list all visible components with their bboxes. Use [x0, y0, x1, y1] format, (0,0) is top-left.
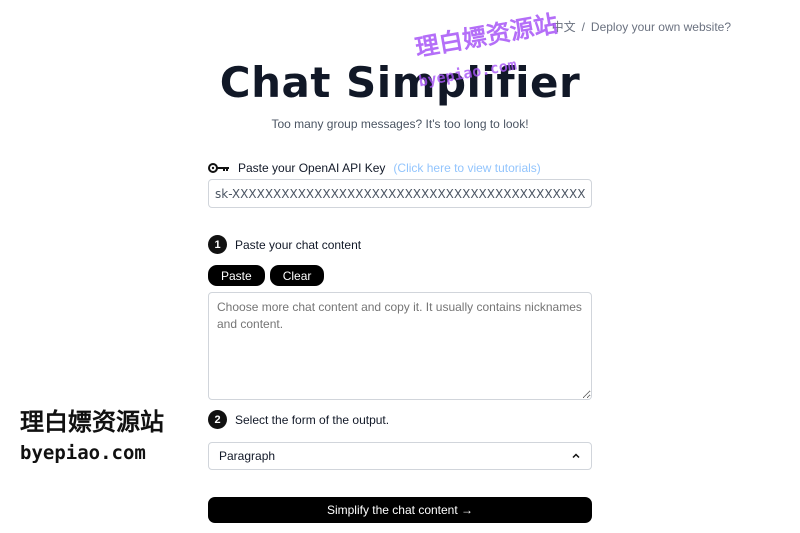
deploy-link[interactable]: Deploy your own website?	[591, 20, 731, 34]
page-title: Chat Simplifier	[219, 58, 581, 107]
chevron-up-icon	[572, 453, 580, 459]
step1-number-badge: 1	[208, 235, 227, 254]
watermark-left: 理白嫖资源站	[20, 408, 164, 436]
key-icon	[208, 163, 229, 173]
watermark-left-sub: byepiao.com	[20, 442, 146, 464]
output-form-select[interactable]: Paragraph	[208, 442, 592, 470]
tutorial-link[interactable]: (Click here to view tutorials)	[393, 161, 540, 175]
paste-button[interactable]: Paste	[208, 265, 265, 286]
simplify-button[interactable]: Simplify the chat content →	[208, 497, 592, 523]
api-key-label: Paste your OpenAI API Key	[238, 161, 386, 175]
top-nav: 中文 / Deploy your own website?	[552, 18, 731, 35]
step2-number-badge: 2	[208, 410, 227, 429]
step2-label-row: 2 Select the form of the output.	[208, 410, 389, 429]
step1-label: Paste your chat content	[235, 237, 362, 252]
output-form-selected: Paragraph	[219, 449, 276, 463]
nav-separator: /	[581, 19, 585, 34]
chat-content-textarea[interactable]	[208, 292, 592, 400]
step2-label: Select the form of the output.	[235, 412, 390, 427]
clear-button[interactable]: Clear	[269, 265, 325, 286]
chat-actions: Paste Clear	[208, 265, 325, 286]
api-key-input[interactable]	[208, 179, 592, 208]
page-subtitle: Too many group messages? It's too long t…	[271, 117, 529, 131]
step1-label-row: 1 Paste your chat content	[208, 235, 361, 254]
api-key-label-row: Paste your OpenAI API Key (Click here to…	[208, 161, 541, 175]
watermark-top: 理白嫖资源站	[413, 9, 560, 63]
